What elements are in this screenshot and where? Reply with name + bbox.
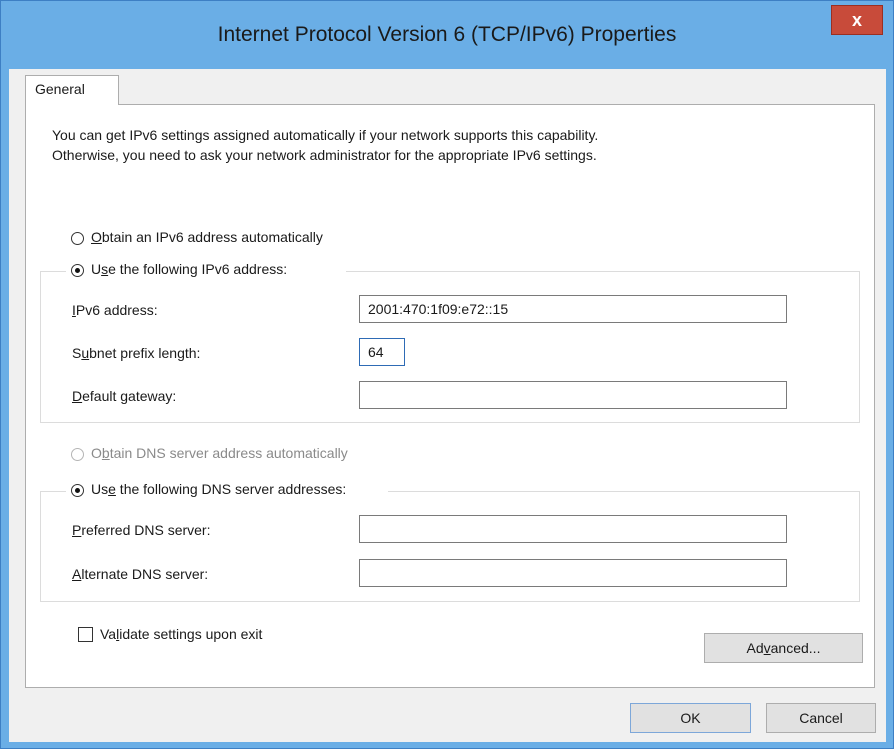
ipv6-address-label: IPv6 address: (72, 302, 158, 318)
preferred-dns-label: Preferred DNS server: (72, 522, 211, 538)
obtain-dns-auto-label[interactable]: Obtain DNS server address automatically (91, 445, 348, 461)
close-icon: x (851, 10, 862, 30)
validate-settings-checkbox[interactable] (78, 627, 93, 642)
description-line-2: Otherwise, you need to ask your network … (52, 147, 597, 163)
cancel-button[interactable]: Cancel (766, 703, 876, 733)
obtain-ipv6-auto-radio[interactable] (71, 232, 84, 245)
alternate-dns-label: Alternate DNS server: (72, 566, 209, 582)
obtain-dns-auto-radio[interactable] (71, 448, 84, 461)
tab-general[interactable]: General (25, 75, 119, 105)
general-tab-panel: You can get IPv6 settings assigned autom… (25, 104, 875, 688)
use-following-ipv6-label[interactable]: Use the following IPv6 address: (91, 261, 287, 277)
title-bar[interactable]: Internet Protocol Version 6 (TCP/IPv6) P… (1, 1, 893, 69)
subnet-prefix-label: Subnet prefix length: (72, 345, 201, 361)
description-line-1: You can get IPv6 settings assigned autom… (52, 127, 599, 143)
properties-dialog: Internet Protocol Version 6 (TCP/IPv6) P… (0, 0, 894, 749)
default-gateway-label: Default gateway: (72, 388, 177, 404)
preferred-dns-input[interactable] (359, 515, 787, 543)
advanced-button[interactable]: Advanced... (704, 633, 863, 663)
ok-button[interactable]: OK (630, 703, 751, 733)
default-gateway-input[interactable] (359, 381, 787, 409)
use-following-ipv6-radio[interactable] (71, 264, 84, 277)
validate-settings-label[interactable]: Validate settings upon exit (100, 626, 262, 642)
use-following-dns-label[interactable]: Use the following DNS server addresses: (91, 481, 346, 497)
obtain-ipv6-auto-label[interactable]: Obtain an IPv6 address automatically (91, 229, 323, 245)
ipv6-address-input[interactable]: 2001:470:1f09:e72::15 (359, 295, 787, 323)
close-button[interactable]: x (831, 5, 883, 35)
use-following-dns-radio[interactable] (71, 484, 84, 497)
window-title: Internet Protocol Version 6 (TCP/IPv6) P… (217, 23, 677, 46)
alternate-dns-input[interactable] (359, 559, 787, 587)
subnet-prefix-input[interactable]: 64 (359, 338, 405, 366)
